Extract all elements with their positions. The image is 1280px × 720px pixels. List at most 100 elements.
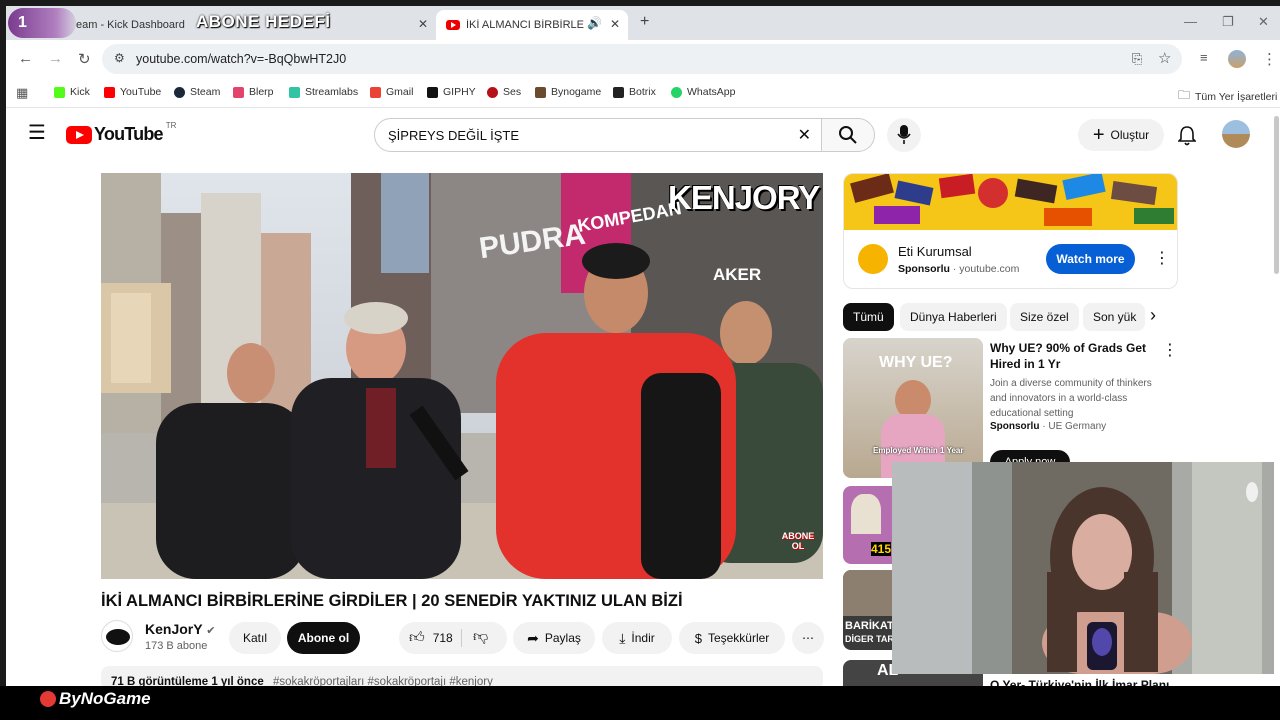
- download-button[interactable]: ⤓ İndir: [602, 622, 672, 654]
- minimize-icon[interactable]: —: [1184, 14, 1197, 29]
- address-bar[interactable]: ⚙ youtube.com/watch?v=-BqQbwHT2J0 ⎘ ☆: [102, 44, 1182, 74]
- ad-menu-icon[interactable]: ⋮: [1154, 248, 1170, 268]
- bookmark-label: GIPHY: [443, 86, 476, 98]
- menu-kebab-icon[interactable]: ⋮: [1262, 50, 1277, 68]
- video-frame-scene: [101, 173, 823, 579]
- like-dislike-group: 👍︎ 718 👎︎: [399, 622, 507, 654]
- bookmark-steam[interactable]: Steam: [174, 86, 220, 98]
- streamlabs-icon: [289, 86, 300, 98]
- bookmark-label: Blerp: [249, 86, 274, 98]
- bookmark-youtube[interactable]: YouTube: [104, 86, 161, 98]
- more-actions-button[interactable]: ⋯: [792, 622, 824, 654]
- ses-icon: [487, 86, 498, 98]
- bynogame-icon: [40, 691, 56, 707]
- ad-sponsor-line: Sponsorlu · youtube.com: [898, 263, 1020, 275]
- close-icon[interactable]: ✕: [418, 17, 428, 31]
- search-button[interactable]: [821, 118, 875, 152]
- whatsapp-icon: [671, 86, 682, 98]
- rec-thumbnail-2[interactable]: 415: [843, 486, 893, 564]
- bookmark-whatsapp[interactable]: WhatsApp: [671, 86, 735, 98]
- bookmark-kick[interactable]: Kick: [54, 86, 90, 98]
- botrix-icon: [613, 86, 624, 98]
- site-info-icon[interactable]: ⚙: [114, 51, 125, 65]
- create-button[interactable]: + Oluştur: [1078, 119, 1164, 151]
- bynogame-wordmark: ByNoGame: [59, 689, 151, 708]
- tab-label: İKİ ALMANCI BİRBİRLERİNE: [466, 19, 584, 31]
- rec-menu-icon[interactable]: ⋮: [1162, 340, 1178, 360]
- youtube-logo[interactable]: YouTube TR: [66, 121, 176, 145]
- search-input[interactable]: ŞİPREYS DEĞİL İŞTE ✕: [374, 118, 822, 152]
- bookmark-label: Steam: [190, 86, 221, 98]
- verified-icon: ✔: [206, 625, 216, 637]
- rec-thumbnail-ue[interactable]: WHY UE? Employed Within 1 Year: [843, 338, 983, 478]
- youtube-icon: [104, 86, 115, 98]
- rec-thumbnail-3[interactable]: BARİKAT DİGER TAR: [843, 570, 893, 650]
- youtube-play-icon: [66, 125, 92, 144]
- account-avatar[interactable]: [1222, 120, 1250, 148]
- like-icon[interactable]: 👍︎: [409, 629, 425, 647]
- advertiser-logo: [858, 244, 888, 274]
- share-button[interactable]: ➦ Paylaş: [513, 622, 595, 654]
- audio-playing-icon[interactable]: 🔊: [587, 16, 602, 30]
- chevron-right-icon[interactable]: ›: [1150, 305, 1156, 326]
- all-bookmarks[interactable]: 🗀 Tüm Yer İşaretleri: [1178, 86, 1277, 107]
- browser-toolbar: ← → ↻ ⚙ youtube.com/watch?v=-BqQbwHT2J0 …: [6, 40, 1280, 78]
- close-window-icon[interactable]: ✕: [1258, 14, 1269, 30]
- bookmark-streamlabs[interactable]: Streamlabs: [289, 86, 358, 98]
- hashtags[interactable]: #sokakröportajları #sokakröportajı #kenj…: [273, 676, 493, 686]
- reload-icon[interactable]: ↻: [78, 50, 91, 68]
- bookmark-label: Ses: [503, 86, 522, 98]
- profile-avatar[interactable]: [1228, 50, 1246, 68]
- hamburger-menu-icon[interactable]: ☰: [28, 120, 46, 145]
- subscribe-overlay-badge[interactable]: ABONE OL: [778, 531, 818, 551]
- tab-label: eam - Kick Dashboard: [76, 19, 185, 31]
- bookmark-blerp[interactable]: Blerp: [233, 86, 274, 98]
- voice-search-button[interactable]: [887, 118, 921, 152]
- bookmark-botrix[interactable]: Botrix: [613, 86, 656, 98]
- thanks-button[interactable]: $ Teşekkürler: [679, 622, 785, 654]
- channel-name[interactable]: KenJorY ✔: [145, 621, 215, 637]
- bookmark-ses[interactable]: Ses: [487, 86, 521, 98]
- join-button[interactable]: Katıl: [229, 622, 281, 654]
- notifications-bell-icon[interactable]: [1178, 126, 1196, 146]
- like-count[interactable]: 718: [433, 631, 453, 645]
- media-control-icon[interactable]: ≡: [1200, 50, 1208, 65]
- bookmark-giphy[interactable]: GIPHY: [427, 86, 476, 98]
- bookmark-label: Bynogame: [551, 86, 602, 98]
- chip-all[interactable]: Tümü: [843, 303, 894, 331]
- video-player[interactable]: KENJORY PUDRA KOMPEDAN AKER ABONE OL: [101, 173, 823, 579]
- back-icon[interactable]: ←: [18, 50, 33, 67]
- bookmark-star-icon[interactable]: ☆: [1158, 49, 1171, 67]
- tab-youtube-video[interactable]: İKİ ALMANCI BİRBİRLERİNE 🔊 ✕: [436, 10, 628, 40]
- install-app-icon[interactable]: ⎘: [1132, 51, 1142, 67]
- chip-world-news[interactable]: Dünya Haberleri: [900, 303, 1007, 331]
- maximize-icon[interactable]: ❐: [1222, 14, 1234, 30]
- dislike-icon[interactable]: 👎︎: [473, 628, 488, 646]
- bynogame-icon: [535, 86, 546, 98]
- new-tab-icon[interactable]: +: [640, 13, 649, 31]
- apps-grid-icon[interactable]: ▦: [16, 85, 28, 101]
- clear-search-icon[interactable]: ✕: [798, 125, 811, 145]
- watch-more-button[interactable]: Watch more: [1046, 244, 1135, 274]
- page-scrollbar[interactable]: [1274, 116, 1279, 274]
- steam-icon: [174, 86, 185, 98]
- rec-title[interactable]: Why UE? 90% of Grads Get Hired in 1 Yr: [990, 340, 1150, 372]
- shop-sign-3: AKER: [713, 265, 762, 284]
- rec-title-partial[interactable]: O Yer- Türkiye'nin İlk İmar Planı: [990, 678, 1169, 686]
- create-label: Oluştur: [1110, 128, 1150, 142]
- channel-avatar[interactable]: [101, 620, 133, 652]
- forward-icon[interactable]: →: [48, 50, 63, 67]
- close-icon[interactable]: ✕: [610, 17, 620, 31]
- browser-window: eam - Kick Dashboard ✕ 1 ABONE HEDEFİ İK…: [6, 6, 1280, 686]
- bookmark-bynogame[interactable]: Bynogame: [535, 86, 601, 98]
- bookmark-gmail[interactable]: Gmail: [370, 86, 413, 98]
- tab-strip: eam - Kick Dashboard ✕ 1 ABONE HEDEFİ İK…: [6, 6, 1280, 40]
- subscribe-button[interactable]: Abone ol: [287, 622, 360, 654]
- join-label: Katıl: [242, 631, 267, 645]
- youtube-wordmark: YouTube: [94, 124, 164, 144]
- chip-for-you[interactable]: Size özel: [1010, 303, 1079, 331]
- description-box[interactable]: 71 B görüntüleme 1 yıl önce #sokakröport…: [101, 666, 823, 686]
- chip-recent[interactable]: Son yük: [1083, 303, 1145, 331]
- ad-card[interactable]: Eti Kurumsal Sponsorlu · youtube.com Wat…: [843, 173, 1178, 289]
- microphone-icon: [897, 125, 911, 144]
